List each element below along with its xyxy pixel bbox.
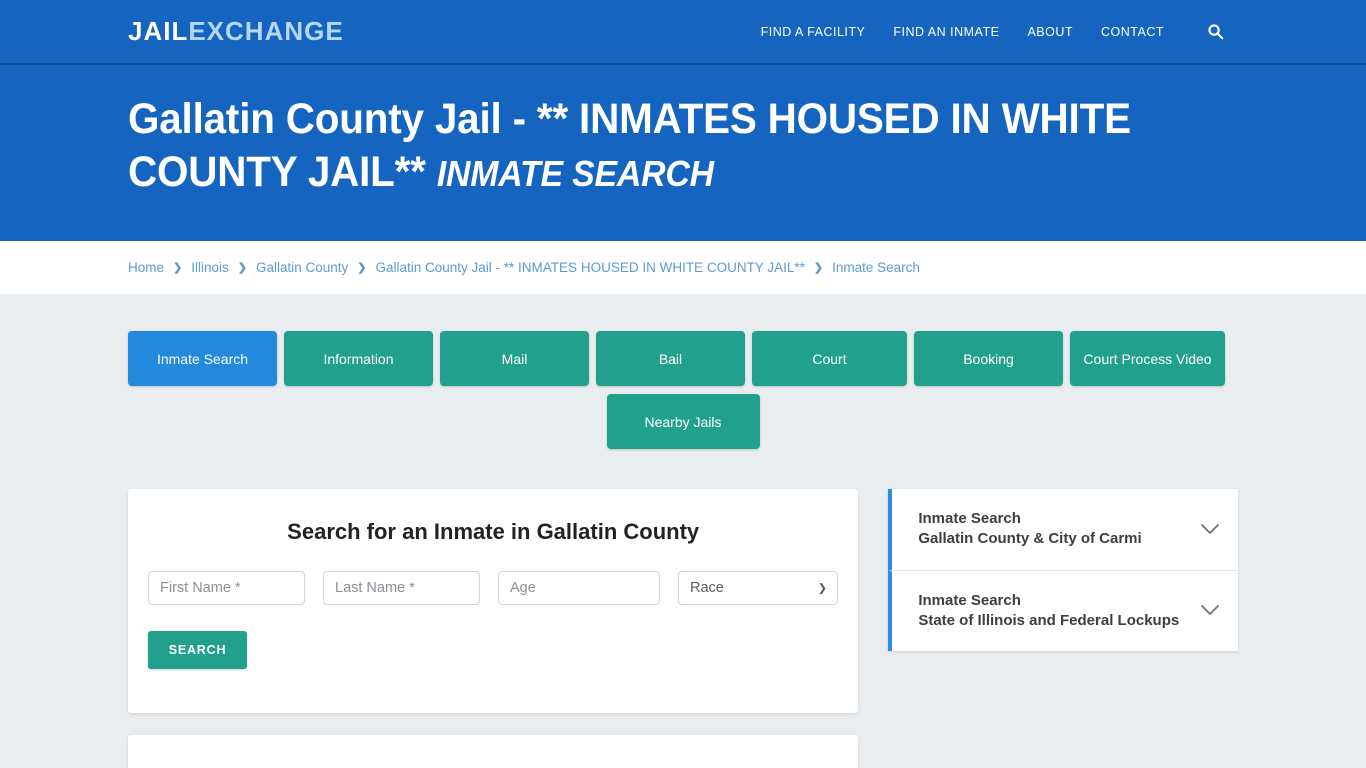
tab-inmate-search[interactable]: Inmate Search — [128, 331, 277, 386]
page-title: Gallatin County Jail - ** INMATES HOUSED… — [128, 93, 1171, 200]
search-form-row: Race ❯ — [148, 571, 838, 605]
main-column: Search for an Inmate in Gallatin County … — [128, 489, 859, 768]
breadcrumb-item-gallatin-county[interactable]: Gallatin County — [256, 260, 348, 275]
tab-court-process-video[interactable]: Court Process Video — [1070, 331, 1225, 386]
age-input[interactable] — [498, 571, 660, 605]
last-name-input[interactable] — [323, 571, 480, 605]
search-button[interactable]: SEARCH — [148, 631, 247, 669]
breadcrumb-separator-icon: ❯ — [813, 262, 824, 274]
nav-item-find-a-facility[interactable]: FIND A FACILITY — [761, 25, 866, 39]
accordion-item-illinois-federal[interactable]: Inmate Search State of Illinois and Fede… — [888, 570, 1238, 651]
content-wrapper: Inmate Search Information Mail Bail Cour… — [0, 294, 1366, 768]
accordion-item-text: Inmate Search Gallatin County & City of … — [918, 509, 1188, 550]
chevron-down-icon — [1200, 602, 1220, 619]
site-logo[interactable]: JAILEXCHANGE — [128, 16, 344, 47]
sidebar-accordion: Inmate Search Gallatin County & City of … — [888, 489, 1238, 651]
breadcrumb-item-illinois[interactable]: Illinois — [191, 260, 229, 275]
breadcrumb-item-home[interactable]: Home — [128, 260, 164, 275]
accordion-item-subtitle: State of Illinois and Federal Lockups — [918, 611, 1180, 629]
site-header: JAILEXCHANGE FIND A FACILITY FIND AN INM… — [0, 0, 1366, 65]
breadcrumb: Home ❯ Illinois ❯ Gallatin County ❯ Gall… — [128, 260, 920, 275]
accordion-item-county-carmi[interactable]: Inmate Search Gallatin County & City of … — [888, 489, 1238, 571]
breadcrumb-item-current: Inmate Search — [832, 260, 920, 275]
accordion-item-subtitle: Gallatin County & City of Carmi — [918, 530, 1142, 548]
breadcrumb-separator-icon: ❯ — [357, 262, 367, 274]
breadcrumb-bar: Home ❯ Illinois ❯ Gallatin County ❯ Gall… — [0, 241, 1366, 294]
breadcrumb-item-facility[interactable]: Gallatin County Jail - ** INMATES HOUSED… — [376, 260, 805, 275]
search-icon[interactable] — [1204, 21, 1226, 43]
tab-booking[interactable]: Booking — [914, 331, 1063, 386]
breadcrumb-separator-icon: ❯ — [173, 262, 183, 274]
breadcrumb-separator-icon: ❯ — [237, 262, 247, 274]
accordion-item-title: Inmate Search — [918, 591, 1021, 609]
facility-tabs: Inmate Search Information Mail Bail Cour… — [128, 294, 1238, 386]
accordion-item-text: Inmate Search State of Illinois and Fede… — [918, 591, 1188, 632]
tab-court[interactable]: Court — [752, 331, 907, 386]
race-select[interactable]: Race — [678, 571, 838, 605]
logo-text-exchange: EXCHANGE — [188, 16, 344, 46]
main-grid: Search for an Inmate in Gallatin County … — [128, 489, 1238, 768]
tab-bail[interactable]: Bail — [596, 331, 745, 386]
nav-item-contact[interactable]: CONTACT — [1101, 25, 1164, 39]
inmate-search-card: Search for an Inmate in Gallatin County … — [128, 489, 859, 713]
nav-item-about[interactable]: ABOUT — [1027, 25, 1073, 39]
sidebar-column: Inmate Search Gallatin County & City of … — [888, 489, 1238, 651]
chevron-down-icon — [1200, 521, 1220, 538]
accordion-item-title: Inmate Search — [918, 510, 1021, 527]
first-name-input[interactable] — [148, 571, 305, 605]
page-title-sub: INMATE SEARCH — [436, 153, 714, 195]
search-heading: Search for an Inmate in Gallatin County — [287, 519, 700, 544]
facility-tabs-row-2: Nearby Jails — [128, 394, 1238, 449]
nav-item-find-an-inmate[interactable]: FIND AN INMATE — [893, 25, 999, 39]
tab-nearby-jails[interactable]: Nearby Jails — [606, 394, 760, 449]
tab-information[interactable]: Information — [284, 331, 433, 386]
facility-info-card: Gallatin County Jail - ** INMATES HOUSED… — [128, 735, 859, 768]
hero-banner: Gallatin County Jail - ** INMATES HOUSED… — [0, 65, 1366, 241]
logo-text-jail: JAIL — [128, 16, 189, 46]
race-select-wrapper: Race ❯ — [678, 571, 838, 605]
main-navigation: FIND A FACILITY FIND AN INMATE ABOUT CON… — [761, 21, 1226, 43]
tab-mail[interactable]: Mail — [440, 331, 589, 386]
